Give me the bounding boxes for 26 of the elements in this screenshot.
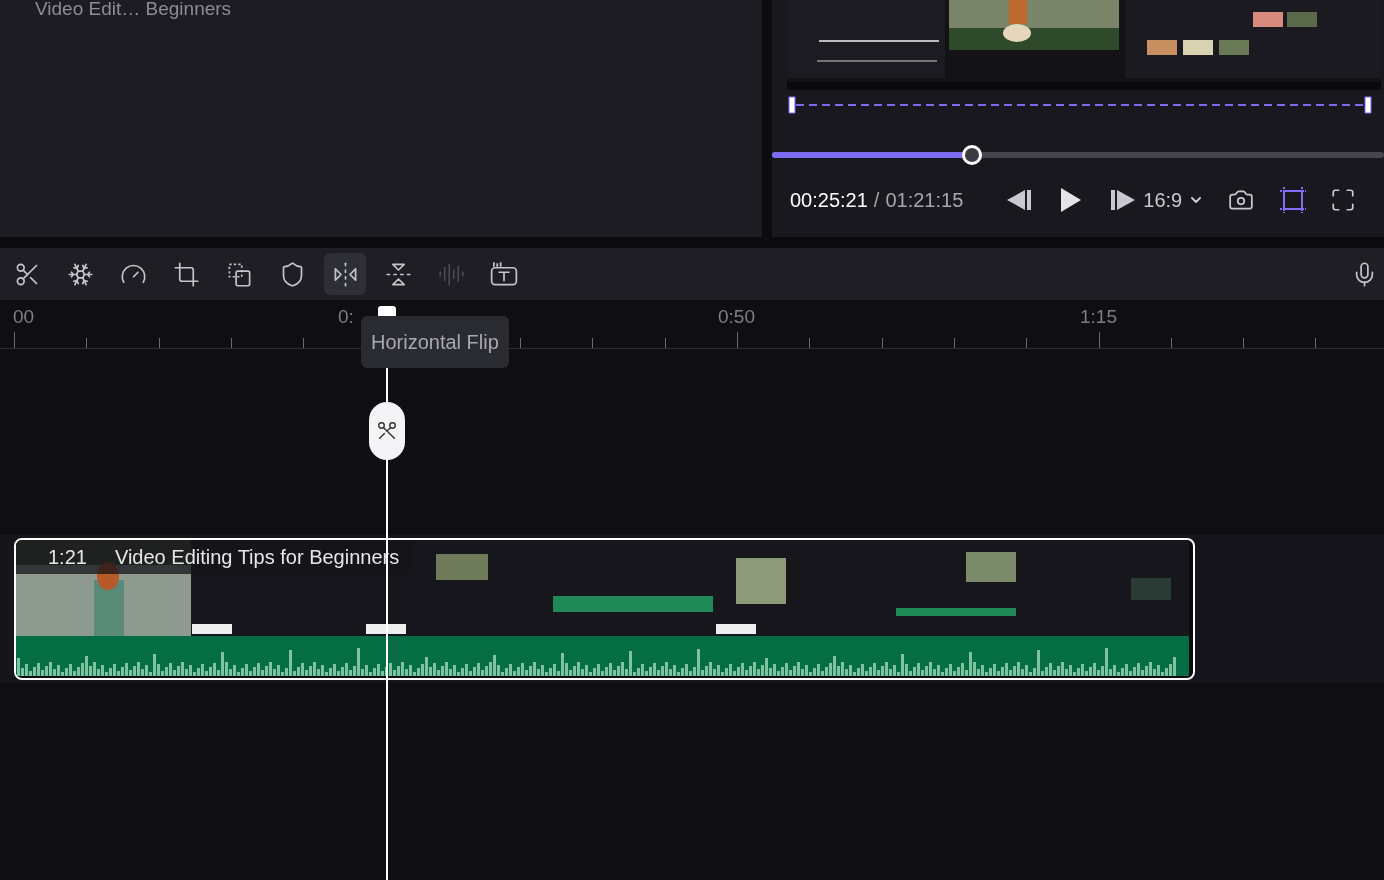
previous-frame-button[interactable] (1005, 188, 1034, 212)
time-separator: / (873, 188, 880, 212)
fullscreen-icon (1330, 187, 1357, 213)
crop-frame-icon (1278, 185, 1309, 215)
snapshot-button[interactable] (1228, 187, 1255, 213)
crop-icon (172, 260, 200, 288)
progress-slider[interactable] (772, 145, 1384, 165)
text-box-icon (489, 260, 519, 288)
scissors-icon (376, 420, 398, 442)
horizontal-flip-button[interactable] (324, 253, 366, 295)
tooltip: Horizontal Flip (361, 316, 509, 368)
ruler-label: 0:50 (718, 306, 755, 328)
current-time: 00:25:21 (790, 188, 868, 212)
step-back-icon (1005, 188, 1034, 212)
project-title: Video Edit… Beginners (35, 0, 233, 20)
fullscreen-button[interactable] (1330, 187, 1357, 213)
ruler-label: 1:15 (1080, 306, 1117, 328)
ruler-label: 00 (13, 306, 35, 328)
ruler-label: 0: (338, 306, 354, 328)
clip-duration: 1:21 (48, 545, 87, 569)
crop-frame-button[interactable] (1278, 185, 1309, 215)
slider-thumb[interactable] (962, 145, 983, 165)
camera-icon (1228, 187, 1255, 213)
split-handle[interactable] (369, 402, 405, 460)
total-time: 01:21:15 (885, 188, 964, 212)
aspect-ratio-dropdown[interactable]: 16:9 (1143, 188, 1205, 212)
